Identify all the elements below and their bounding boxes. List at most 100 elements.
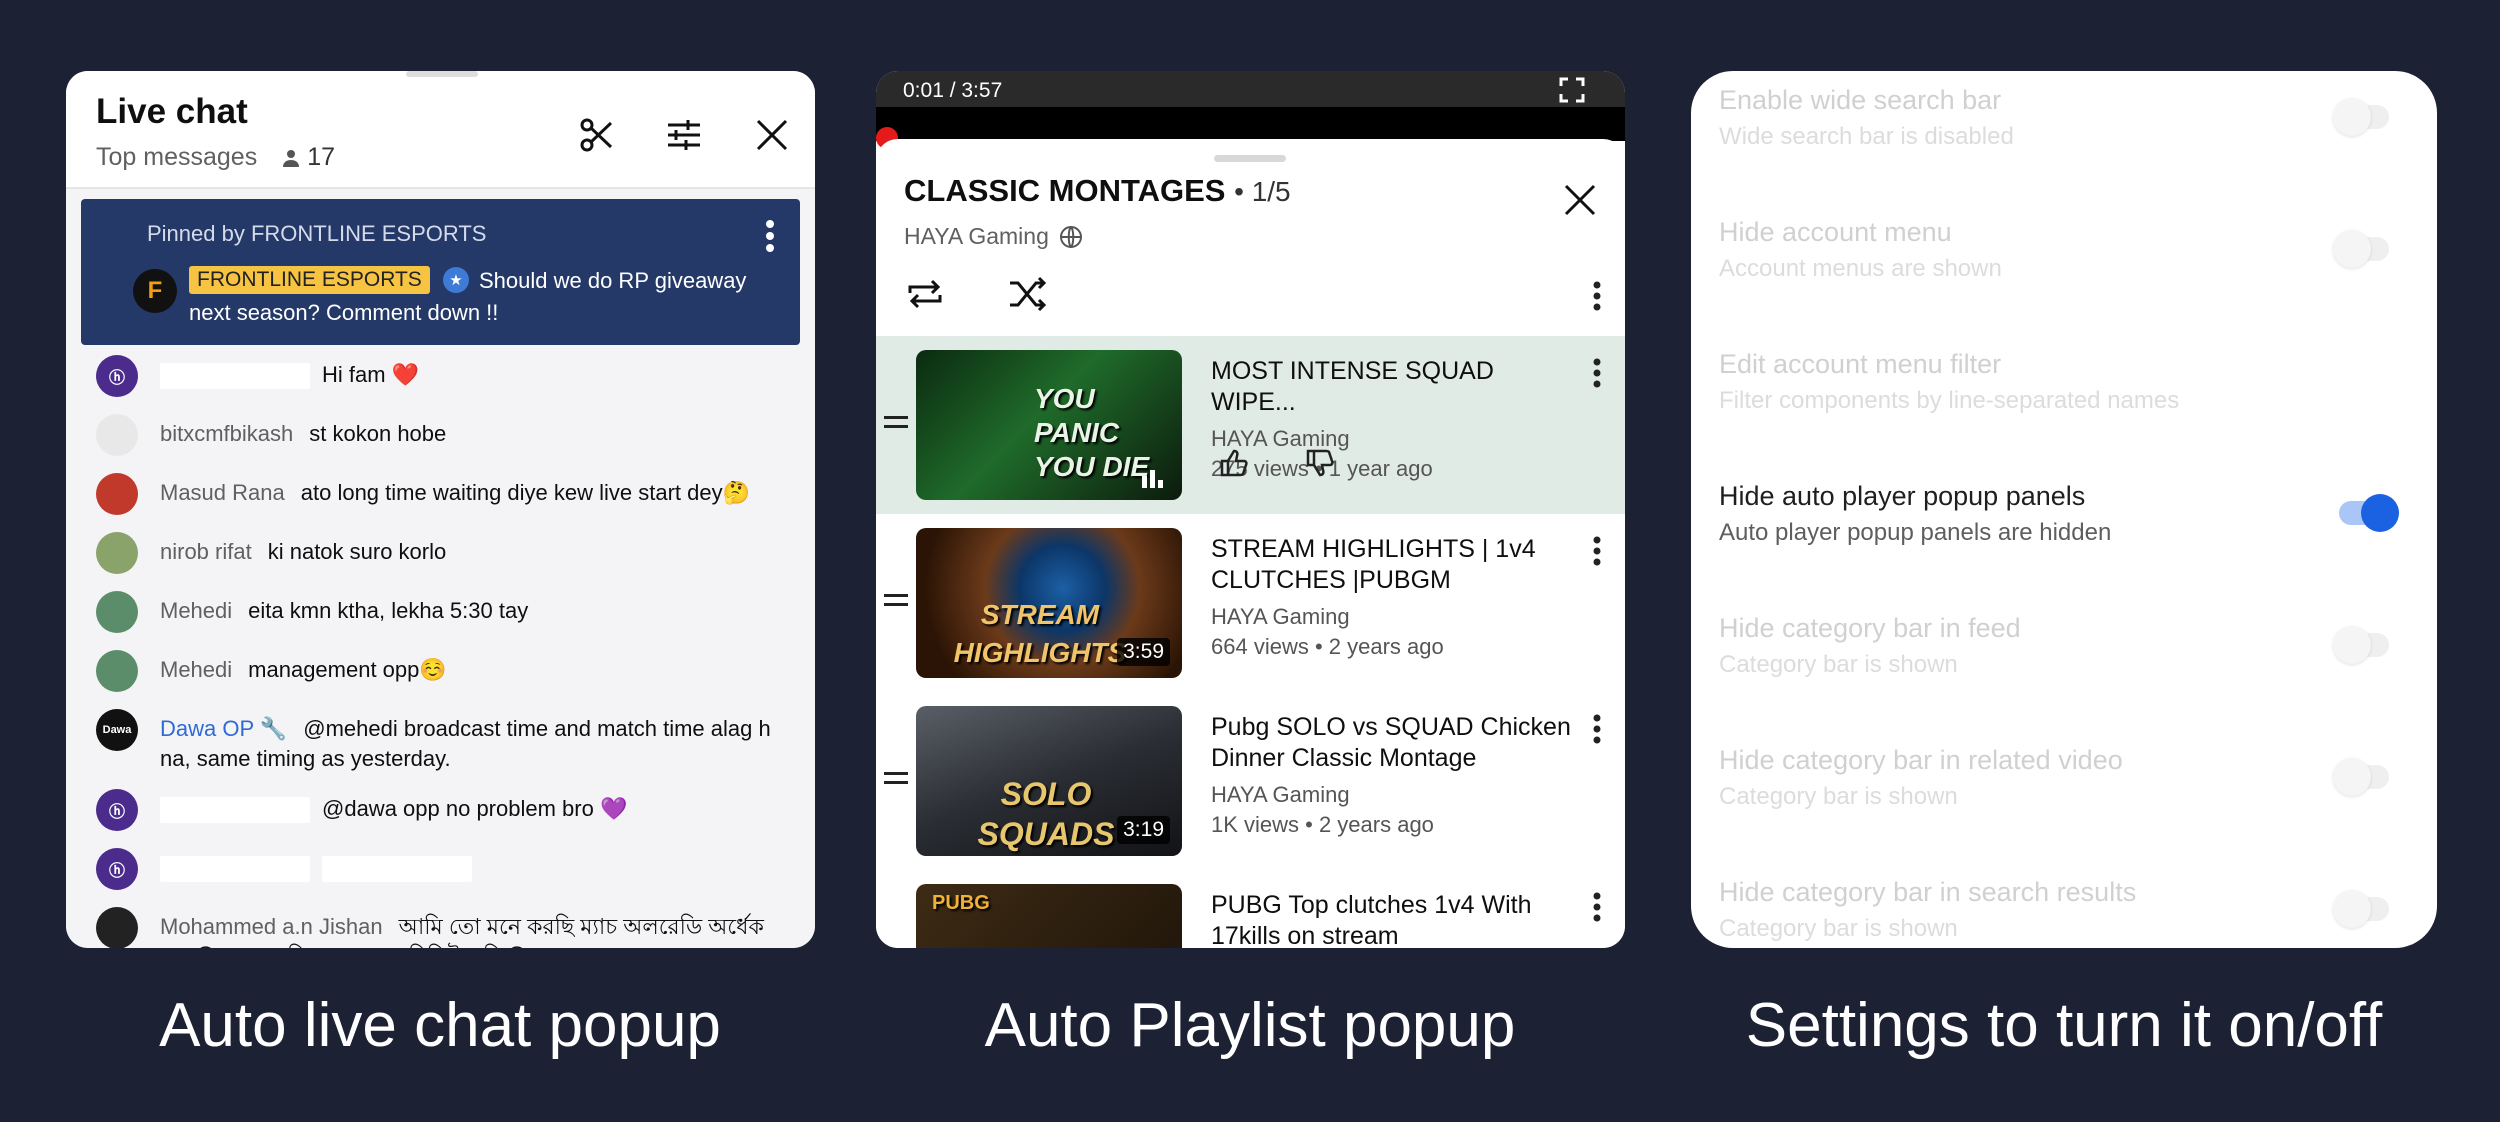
toggle-switch[interactable] [2333,626,2389,664]
repeat-icon [908,279,942,309]
setting-account-menu-filter[interactable]: Edit account menu filter Filter componen… [1691,335,2437,467]
message-author[interactable]: Mehedi [160,657,232,682]
more-vert-icon[interactable] [1593,714,1601,749]
message-author[interactable]: Masud Rana [160,480,285,505]
setting-title: Hide category bar in feed [1719,613,2021,643]
toggle-switch[interactable] [2333,230,2389,268]
message-text: @dawa opp no problem bro 💜 [322,796,628,821]
chat-mode[interactable]: Top messages 17 [96,143,335,172]
more-vert-icon[interactable] [1593,358,1601,393]
playlist-title: CLASSIC MONTAGES • 1/5 [904,173,1291,209]
playlist-name: CLASSIC MONTAGES [904,173,1226,208]
caption-live-chat: Auto live chat popup [159,991,721,1060]
playlist-position: • 1/5 [1234,176,1291,207]
chat-message: Mohammed a.n Jishan আমি তো মনে করছি ম্যাচ… [66,907,815,948]
drag-handle[interactable] [1214,155,1286,162]
playlist-item[interactable]: STREAM HIGHLIGHTS 3:59 STREAM HIGHLIGHTS… [876,514,1625,692]
setting-hide-category-bar-search[interactable]: Hide category bar in search results Cate… [1691,863,2437,948]
message-author[interactable]: Mohammed a.n Jishan [160,914,383,939]
avatar: Dawa [96,709,138,751]
fullscreen-icon[interactable] [1559,77,1585,108]
message-text: Hi fam ❤️ [322,362,420,387]
more-vert-icon[interactable] [1593,281,1601,316]
scissors-button[interactable] [571,109,623,161]
chat-messages[interactable]: Pinned by FRONTLINE ESPORTS F FRONTLINE … [66,189,815,948]
avatar [96,414,138,456]
setting-title: Hide account menu [1719,217,1952,247]
caption-playlist: Auto Playlist popup [984,991,1516,1060]
playlist-channel-name: HAYA Gaming [904,223,1049,249]
setting-description: Category bar is shown [1719,915,1958,942]
video-thumbnail[interactable]: SOLO SQUADS 3:19 [916,706,1182,856]
drag-handle-icon[interactable] [884,772,908,790]
toggle-switch[interactable] [2333,758,2389,796]
thumbnail-text: PUBG [932,892,990,914]
chat-message: nirob rifat ki natok suro korlo [66,532,815,574]
message-text: ato long time waiting diye kew live star… [300,480,751,505]
video-thumbnail[interactable]: YOU PANIC YOU DIE [916,350,1182,500]
drag-handle-icon[interactable] [884,594,908,612]
setting-title: Enable wide search bar [1719,85,2002,115]
video-title: Pubg SOLO vs SQUAD Chicken Dinner Classi… [1211,713,1571,772]
avatar: ⓗ [96,848,138,890]
close-chat-button[interactable] [746,109,798,161]
thumbs-down-icon[interactable] [1305,448,1335,478]
message-author[interactable]: Mehedi [160,598,232,623]
thumbnail-text: STREAM HIGHLIGHTS [953,599,1127,668]
chat-header: Live chat Top messages 17 [66,71,815,189]
setting-hide-auto-player-popup[interactable]: Hide auto player popup panels Auto playe… [1691,467,2437,599]
chat-message: Dawa Dawa OP 🔧 @mehedi broadcast time and… [66,709,815,774]
video-player[interactable]: 0:01 / 3:57 [876,71,1625,149]
more-vert-icon[interactable] [1593,892,1601,927]
playlist-channel[interactable]: HAYA Gaming [904,223,1083,250]
drag-handle[interactable] [406,71,478,77]
video-meta: 1K views • 2 years ago [1211,812,1434,837]
author-redacted [160,363,310,390]
chat-message: Mehedi management opp☺️ [66,650,815,692]
pinned-message[interactable]: Pinned by FRONTLINE ESPORTS F FRONTLINE … [81,199,800,345]
toggle-switch[interactable] [2333,98,2389,136]
pinned-author-avatar: F [133,269,177,313]
pinned-message-text: Should we do RP giveaway next season? Co… [189,268,747,325]
setting-hide-category-bar-related[interactable]: Hide category bar in related video Categ… [1691,731,2437,863]
playlist-panel: 0:01 / 3:57 CLASSIC MONTAGES • 1/5 HAYA … [876,71,1625,948]
setting-title: Hide auto player popup panels [1719,481,2086,511]
author-redacted [160,797,310,824]
video-thumbnail[interactable]: STREAM HIGHLIGHTS 3:59 [916,528,1182,678]
close-playlist-button[interactable] [1563,183,1597,222]
message-text: ki natok suro korlo [267,539,447,564]
thumbs-up-icon[interactable] [1219,448,1249,478]
video-meta: 664 views • 2 years ago [1211,634,1444,659]
toggle-switch[interactable] [2333,890,2389,928]
drag-handle-icon[interactable] [884,416,908,434]
viewer-count-value: 17 [307,143,336,171]
setting-description: Auto player popup panels are hidden [1719,519,2112,546]
playlist-item[interactable]: PUBG PUBG Top clutches 1v4 With 17kills … [876,870,1625,948]
loop-button[interactable] [904,273,946,320]
globe-icon [1059,225,1082,248]
video-title: STREAM HIGHLIGHTS | 1v4 CLUTCHES |PUBGM [1211,535,1536,594]
message-author[interactable]: Dawa OP 🔧 [160,716,287,741]
message-author[interactable]: bitxcmfbikash [160,421,293,446]
chat-message: ⓗ [66,848,815,890]
progress-bar[interactable] [876,107,1625,141]
playlist-item[interactable]: SOLO SQUADS 3:19 Pubg SOLO vs SQUAD Chic… [876,692,1625,870]
message-author[interactable]: nirob rifat [160,539,252,564]
close-icon [756,119,788,151]
shuffle-button[interactable] [1006,273,1048,320]
video-time: 0:01 / 3:57 [903,79,1003,102]
toggle-switch[interactable] [2339,494,2399,532]
more-vert-icon[interactable] [1593,536,1601,571]
chat-settings-button[interactable] [658,109,710,161]
message-text: management opp☺️ [248,657,447,682]
video-duration: 3:59 [1117,638,1170,666]
avatar [96,650,138,692]
playlist-item[interactable]: YOU PANIC YOU DIE MOST INTENSE SQUAD WIP… [876,336,1625,514]
avatar: ⓗ [96,789,138,831]
setting-hide-account-menu[interactable]: Hide account menu Account menus are show… [1691,203,2437,335]
video-thumbnail[interactable]: PUBG [916,884,1182,948]
setting-title: Hide category bar in related video [1719,745,2123,775]
setting-hide-category-bar-feed[interactable]: Hide category bar in feed Category bar i… [1691,599,2437,731]
more-vert-icon[interactable] [765,219,775,258]
setting-wide-search-bar[interactable]: Enable wide search bar Wide search bar i… [1691,71,2437,203]
